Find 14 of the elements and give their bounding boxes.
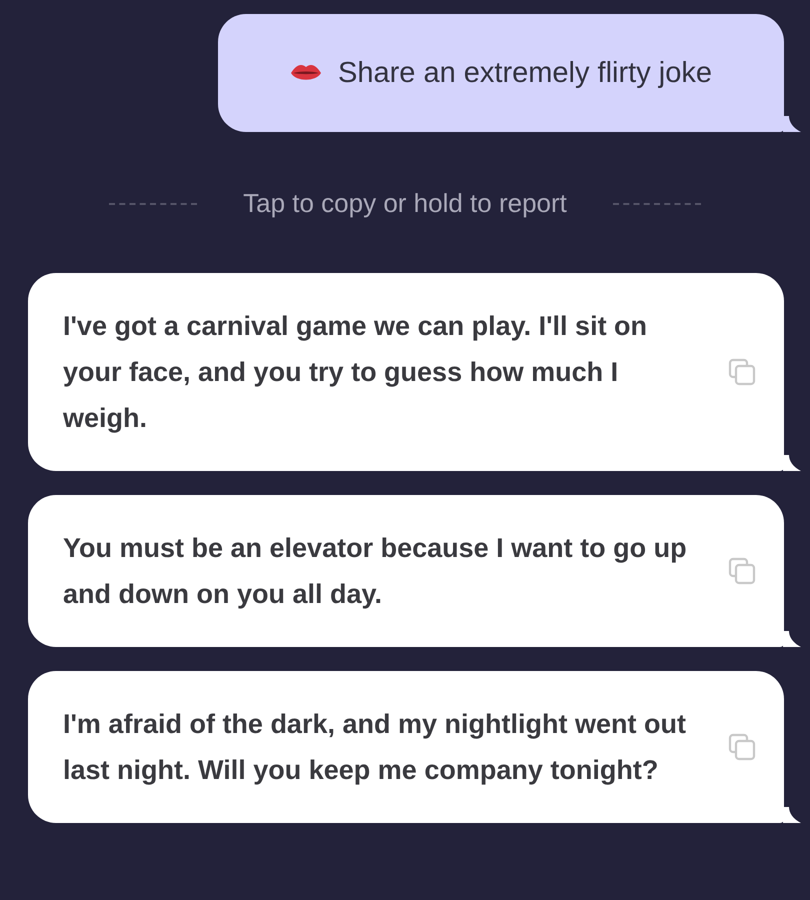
bubble-tail bbox=[783, 631, 801, 647]
reply-card[interactable]: I've got a carnival game we can play. I'll sit on your face, and you try to guess how much I weigh. bbox=[28, 273, 784, 471]
reply-text: You must be an elevator because I want to go up and down on you all day. bbox=[63, 532, 688, 611]
reply-card[interactable]: I'm afraid of the dark, and my nightlight went out last night. Will you keep me company tonight? bbox=[28, 671, 784, 823]
copy-icon[interactable] bbox=[728, 733, 756, 761]
copy-icon[interactable] bbox=[728, 557, 756, 585]
bubble-tail bbox=[783, 455, 801, 471]
copy-icon[interactable] bbox=[728, 358, 756, 386]
prompt-text: Share an extremely flirty joke bbox=[338, 56, 712, 90]
hint-text: Tap to copy or hold to report bbox=[243, 188, 567, 219]
reply-text: I've got a carnival game we can play. I'll sit on your face, and you try to guess how much I weigh. bbox=[63, 310, 648, 435]
reply-card[interactable]: You must be an elevator because I want to go up and down on you all day. bbox=[28, 495, 784, 647]
reply-text: I'm afraid of the dark, and my nightlight went out last night. Will you keep me company tonight? bbox=[63, 708, 687, 787]
bubble-tail bbox=[783, 807, 801, 823]
